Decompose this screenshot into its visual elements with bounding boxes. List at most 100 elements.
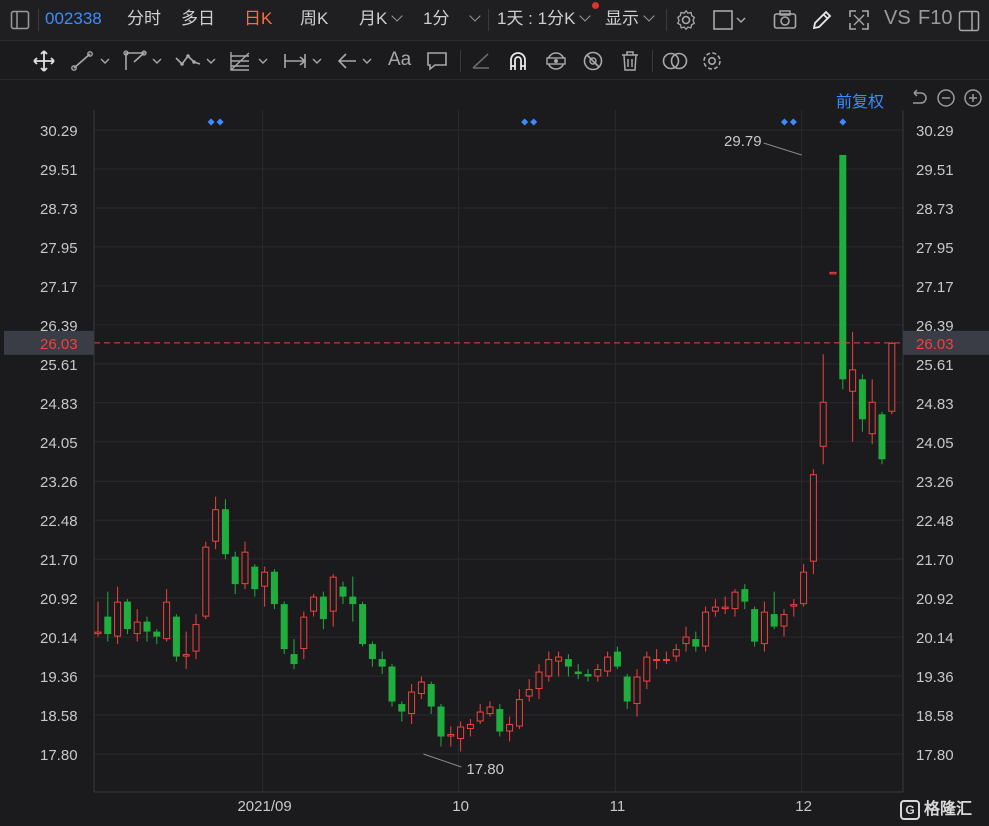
eraser-line-icon[interactable] (470, 50, 492, 72)
candle-body-down (104, 616, 112, 635)
top-toolbar: 002338 分时 多日 日K 周K 月K 1分 1天 : 1分K 显示 VS … (0, 0, 989, 41)
tab-duori[interactable]: 多日 (181, 8, 215, 30)
candle-body-down (270, 571, 278, 605)
side-panel-icon[interactable] (958, 10, 980, 32)
x-tick-label: 12 (795, 798, 812, 815)
candle-body-down (290, 654, 298, 665)
candle-body-down (878, 414, 886, 460)
candle-body-down (613, 651, 621, 667)
magnet-icon[interactable] (507, 50, 529, 72)
candle-body-up (133, 621, 141, 635)
candle-body-up (604, 656, 612, 672)
candle-body-up (545, 659, 553, 677)
candle-body-down (398, 704, 406, 712)
trash-icon[interactable] (619, 50, 641, 72)
y-tick-label-right: 26.39 (916, 318, 954, 335)
candle-body-up (702, 611, 710, 647)
measure-tool-icon[interactable] (282, 50, 326, 72)
y-tick-label-left: 27.95 (40, 240, 78, 257)
candle-body-up (662, 659, 670, 662)
chevron-down-icon (579, 10, 592, 22)
y-tick-label-left: 26.39 (40, 318, 78, 335)
wave-tool-icon[interactable] (174, 50, 218, 72)
chevron-down-icon (469, 10, 482, 22)
candle-body-down (349, 596, 357, 605)
candle-body-down (143, 621, 151, 632)
candle-body-up (780, 614, 788, 627)
display-dropdown[interactable]: 显示 (605, 8, 655, 30)
candlestick-chart[interactable]: 26.03 26.03 29.79 17.80 30.29 30.29 29.51 29.5… (0, 80, 989, 826)
candle-body-up (182, 654, 190, 657)
y-tick-label-left: 17.80 (40, 747, 78, 764)
vs-compare-button[interactable]: VS (884, 7, 911, 29)
candle-body-down (437, 706, 445, 737)
candle-body-up (711, 606, 719, 612)
text-tool[interactable]: Aa (388, 49, 411, 71)
y-tick-label-left: 24.83 (40, 396, 78, 413)
hide-drawings-icon[interactable] (582, 50, 604, 72)
annotation-high-label: 29.79 (724, 133, 762, 150)
camera-icon[interactable] (773, 9, 797, 31)
candle-body-up (594, 669, 602, 677)
drawing-settings-gear-icon[interactable] (701, 50, 723, 72)
pencil-icon[interactable] (811, 9, 833, 31)
brand-watermark: G 格隆汇 (900, 795, 972, 820)
f10-button[interactable]: F10 (918, 7, 952, 29)
candle-body-up (486, 706, 494, 715)
arrow-tool-icon[interactable] (336, 50, 380, 72)
lock-drawing-icon[interactable] (544, 50, 568, 72)
sidebar-toggle-icon[interactable] (10, 10, 30, 30)
candle-body-up (809, 474, 817, 562)
multiday-1min-k-dropdown[interactable]: 1天 : 1分K (497, 8, 592, 30)
stock-code[interactable]: 002338 (45, 8, 102, 30)
candle-body-up (525, 689, 533, 697)
candle-body-up (300, 616, 308, 650)
divider (652, 50, 653, 72)
y-tick-label-left: 18.58 (40, 708, 78, 725)
candle-body-up (310, 596, 318, 612)
divider (460, 50, 461, 72)
tab-1min[interactable]: 1分 (423, 8, 482, 30)
overlay-circles-icon[interactable] (662, 50, 688, 72)
layout-square-icon[interactable] (713, 9, 747, 31)
drawing-toolbar: Aa (0, 41, 989, 80)
y-tick-label-right: 29.51 (916, 162, 954, 179)
fullscreen-icon[interactable] (848, 9, 870, 31)
y-tick-label-left: 29.51 (40, 162, 78, 179)
move-cross-icon[interactable] (32, 50, 56, 72)
y-tick-label-right: 28.73 (916, 201, 954, 218)
tab-monthly-k[interactable]: 月K (359, 8, 404, 30)
candle-body-up (94, 631, 102, 635)
tab-daily-k[interactable]: 日K (244, 8, 272, 30)
tab-weekly-k[interactable]: 周K (300, 8, 328, 30)
candle-body-down (584, 674, 592, 677)
candle-body-down (339, 586, 347, 597)
candle-body-down (368, 644, 376, 660)
candle-body-down (427, 684, 435, 707)
y-tick-label-right: 22.48 (916, 513, 954, 530)
y-tick-label-right: 24.05 (916, 435, 954, 452)
plot-area (94, 110, 903, 792)
line-tool-icon[interactable] (70, 50, 114, 72)
y-tick-label-left: 22.48 (40, 513, 78, 530)
x-tick-label: 10 (452, 798, 469, 815)
candle-body-up (829, 271, 837, 275)
candle-body-down (623, 676, 631, 702)
fibonacci-tool-icon[interactable] (228, 50, 272, 72)
candle-body-up (535, 671, 543, 690)
candle-body-up (163, 601, 171, 640)
tab-fenshi[interactable]: 分时 (127, 8, 161, 30)
candle-body-down (251, 566, 259, 590)
chevron-down-icon (391, 10, 404, 22)
candle-body-up (800, 571, 808, 605)
polyline-tool-icon[interactable] (122, 50, 166, 72)
x-tick-label: 11 (610, 798, 626, 815)
candle-body-up (653, 659, 661, 662)
candle-body-up (212, 509, 220, 542)
candle-body-up (849, 369, 857, 392)
settings-gear-icon[interactable] (675, 9, 697, 31)
y-tick-label-right: 18.58 (916, 708, 954, 725)
display-label: 显示 (605, 9, 639, 28)
comment-tool-icon[interactable] (426, 50, 448, 72)
candle-body-up (457, 726, 465, 740)
